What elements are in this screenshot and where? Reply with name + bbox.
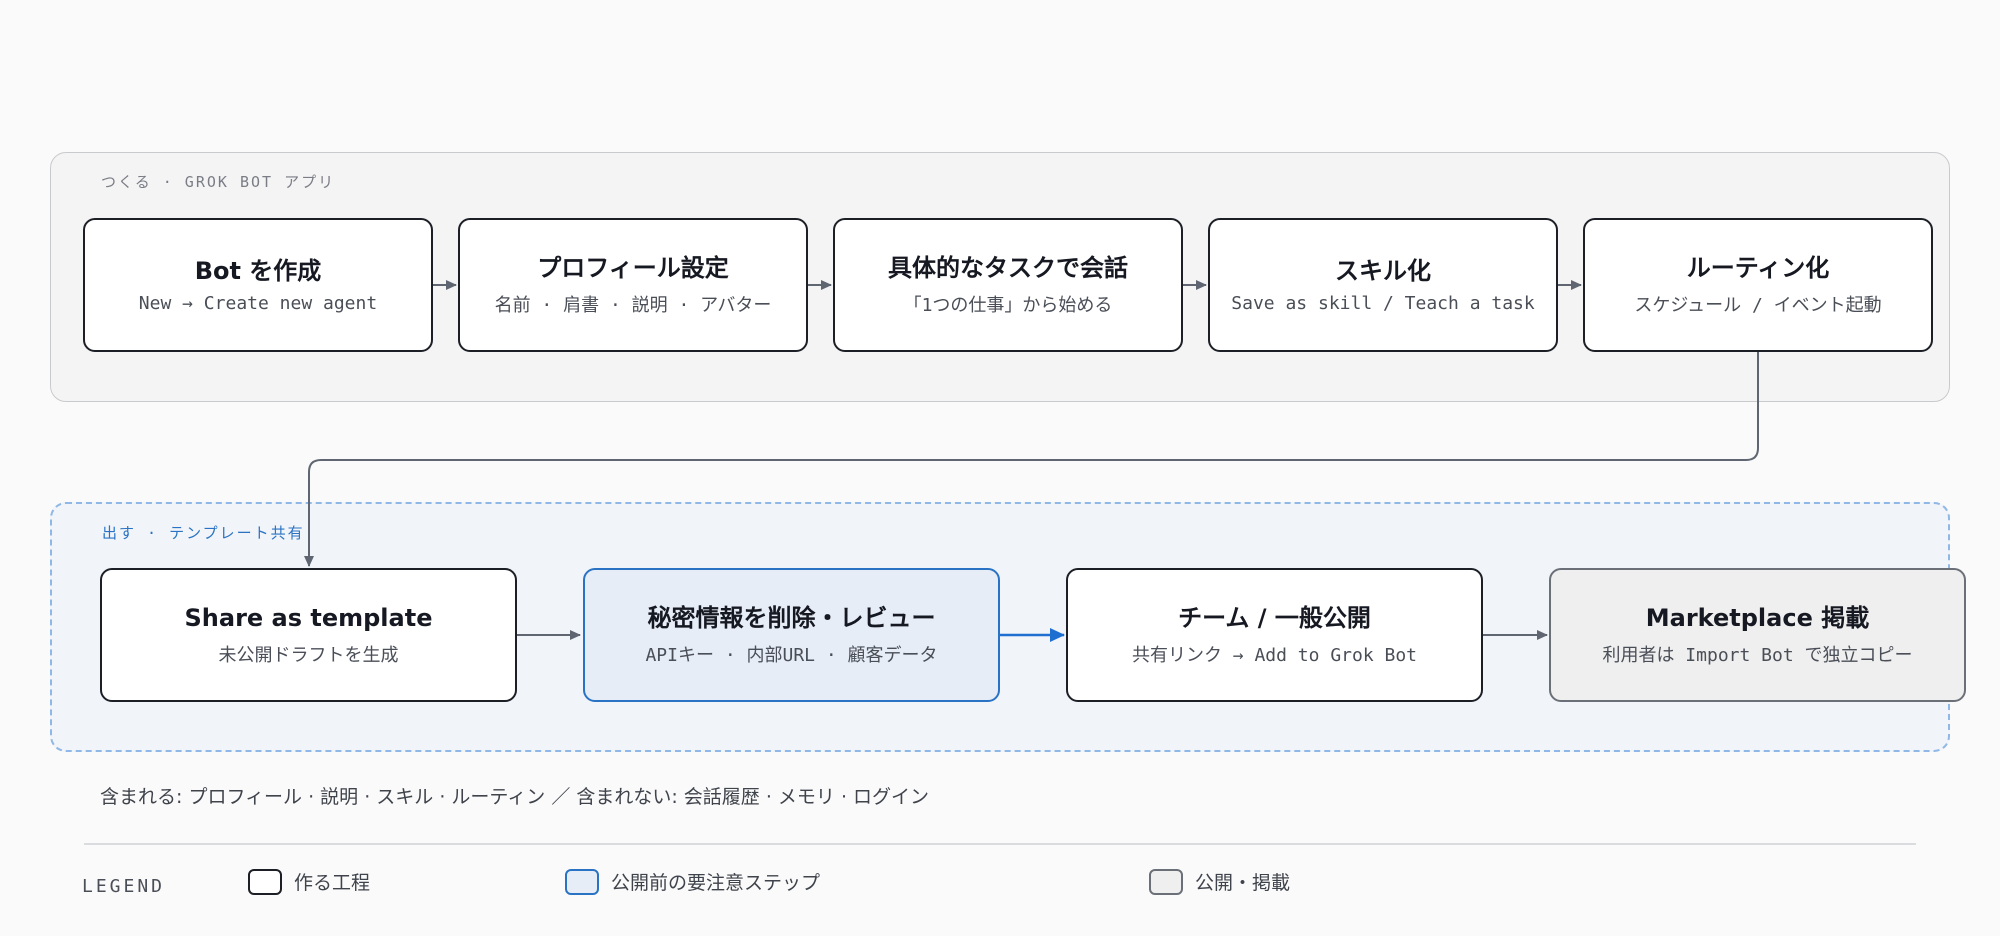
node-title: 具体的なタスクで会話 [888, 254, 1128, 283]
legend-item-publish: 公開・掲載 [1149, 868, 1290, 895]
legend-label: 作る工程 [294, 872, 371, 894]
node-subtitle: Save as skill / Teach a task [1231, 293, 1535, 315]
included-note: 含まれる: プロフィール · 説明 · スキル · ルーティン ／ 含まれない:… [100, 786, 930, 808]
node-subtitle: 名前 · 肩書 · 説明 · アバター [494, 294, 772, 316]
node-subtitle: 利用者は Import Bot で独立コピー [1602, 644, 1913, 666]
node-share-template: Share as template 未公開ドラフトを生成 [100, 568, 517, 702]
node-profile-settings: プロフィール設定 名前 · 肩書 · 説明 · アバター [458, 218, 808, 352]
node-subtitle: 共有リンク → Add to Grok Bot [1131, 644, 1418, 666]
legend-item-caution: 公開前の要注意ステップ [565, 868, 820, 895]
edge-5-6 [304, 352, 1759, 567]
node-title: Bot を作成 [194, 256, 322, 285]
legend-label: 公開・掲載 [1195, 872, 1291, 894]
node-title: Share as template [184, 604, 433, 633]
divider [84, 843, 1916, 845]
node-task-conversation: 具体的なタスクで会話 「1つの仕事」から始める [833, 218, 1183, 352]
node-create-bot: Bot を作成 New → Create new agent [83, 218, 433, 352]
node-subtitle: 「1つの仕事」から始める [903, 294, 1113, 316]
node-subtitle: APIキー · 内部URL · 顧客データ [645, 644, 938, 666]
node-team-public: チーム / 一般公開 共有リンク → Add to Grok Bot [1066, 568, 1483, 702]
legend-title: LEGEND [82, 876, 166, 897]
legend-swatch-make [248, 868, 282, 895]
node-title: ルーティン化 [1686, 254, 1830, 283]
node-subtitle: スケジュール / イベント起動 [1634, 294, 1882, 316]
legend-swatch-caution [565, 868, 599, 895]
legend-label: 公開前の要注意ステップ [611, 872, 821, 894]
node-subtitle: New → Create new agent [138, 293, 378, 315]
node-title: スキル化 [1335, 256, 1431, 285]
node-remove-secrets: 秘密情報を削除・レビュー APIキー · 内部URL · 顧客データ [583, 568, 1000, 702]
node-subtitle: 未公開ドラフトを生成 [218, 644, 399, 666]
node-title: プロフィール設定 [537, 254, 729, 283]
legend-item-make: 作る工程 [248, 868, 370, 895]
node-marketplace: Marketplace 掲載 利用者は Import Bot で独立コピー [1549, 568, 1966, 702]
node-title: チーム / 一般公開 [1178, 604, 1371, 633]
node-routine: ルーティン化 スケジュール / イベント起動 [1583, 218, 1933, 352]
legend-swatch-publish [1149, 868, 1183, 895]
node-title: 秘密情報を削除・レビュー [647, 604, 936, 633]
node-skill: スキル化 Save as skill / Teach a task [1208, 218, 1558, 352]
node-title: Marketplace 掲載 [1645, 604, 1870, 633]
